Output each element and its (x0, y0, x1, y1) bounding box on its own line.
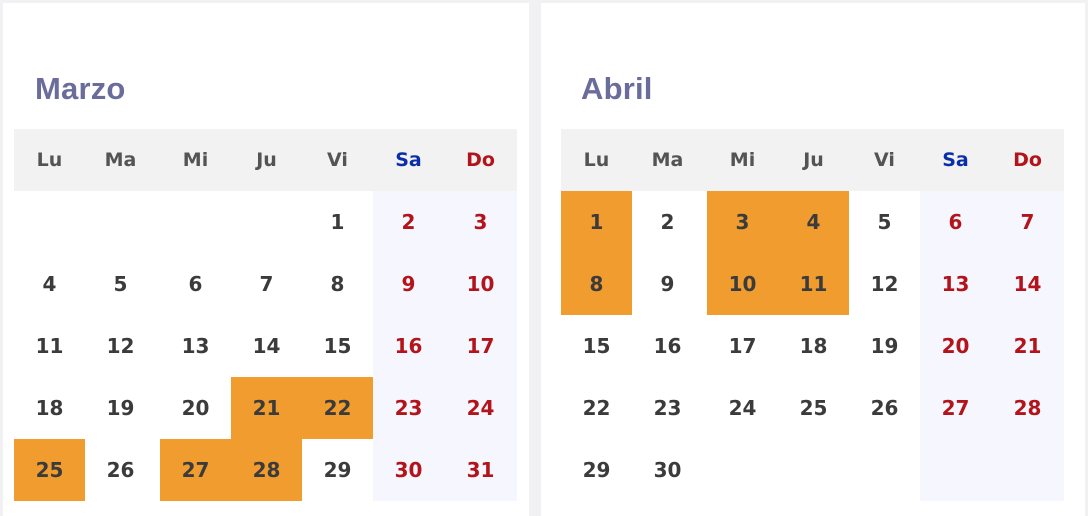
day-cell[interactable]: 9 (632, 253, 703, 315)
month-title: Marzo (35, 71, 126, 106)
day-cell[interactable]: 17 (707, 315, 778, 377)
day-cell[interactable]: 18 (778, 315, 849, 377)
day-cell[interactable]: 4 (778, 191, 849, 253)
day-cell[interactable]: 29 (302, 439, 373, 501)
weekday-label: Vi (327, 149, 348, 171)
day-cell[interactable]: 12 (85, 315, 156, 377)
day-cell[interactable]: 10 (445, 253, 516, 315)
day-cell[interactable]: 5 (849, 191, 920, 253)
calendar-view: Marzo Lu Ma Mi Ju Vi Sa Do 1 2 3 4 5 6 7 8 9 10 11 12 13 14 1… (0, 0, 1088, 516)
day-cell[interactable]: 25 (778, 377, 849, 439)
day-cell[interactable]: 9 (373, 253, 444, 315)
weekday-label: Lu (583, 149, 610, 171)
calendar-march: Marzo Lu Ma Mi Ju Vi Sa Do 1 2 3 4 5 6 7 8 9 10 11 12 13 14 1… (3, 3, 529, 516)
weekday-label: Vi (874, 149, 895, 171)
day-cell[interactable]: 11 (778, 253, 849, 315)
day-cell[interactable]: 2 (373, 191, 444, 253)
day-cell[interactable]: 18 (14, 377, 85, 439)
day-cell[interactable]: 28 (992, 377, 1063, 439)
day-cell[interactable]: 16 (373, 315, 444, 377)
month-title: Abril (581, 71, 653, 106)
day-cell[interactable]: 24 (445, 377, 516, 439)
day-cell[interactable]: 24 (707, 377, 778, 439)
day-cell[interactable]: 25 (14, 439, 85, 501)
day-cell[interactable]: 6 (160, 253, 231, 315)
day-cell[interactable]: 6 (920, 191, 991, 253)
day-cell[interactable]: 7 (231, 253, 302, 315)
day-cell[interactable]: 16 (632, 315, 703, 377)
day-cell[interactable]: 21 (992, 315, 1063, 377)
weekday-label: Ma (651, 149, 684, 171)
day-cell[interactable]: 20 (920, 315, 991, 377)
day-cell[interactable]: 20 (160, 377, 231, 439)
day-cell[interactable]: 21 (231, 377, 302, 439)
weekday-label: Sa (395, 149, 422, 171)
day-cell[interactable]: 10 (707, 253, 778, 315)
weekday-label: Sa (942, 149, 969, 171)
day-cell[interactable]: 26 (85, 439, 156, 501)
day-cell[interactable]: 19 (849, 315, 920, 377)
day-cell[interactable]: 7 (992, 191, 1063, 253)
day-cell[interactable]: 5 (85, 253, 156, 315)
day-cell[interactable]: 26 (849, 377, 920, 439)
day-cell[interactable]: 3 (707, 191, 778, 253)
day-cell[interactable]: 15 (302, 315, 373, 377)
day-cell[interactable]: 27 (920, 377, 991, 439)
day-cell[interactable]: 23 (632, 377, 703, 439)
day-cell[interactable]: 27 (160, 439, 231, 501)
day-cell[interactable]: 8 (302, 253, 373, 315)
day-cell[interactable]: 15 (561, 315, 632, 377)
day-cell[interactable]: 29 (561, 439, 632, 501)
day-cell[interactable]: 3 (445, 191, 516, 253)
weekday-label: Do (1013, 149, 1042, 171)
day-cell[interactable]: 28 (231, 439, 302, 501)
day-cell[interactable]: 22 (302, 377, 373, 439)
day-cell[interactable]: 17 (445, 315, 516, 377)
weekday-label: Ma (104, 149, 137, 171)
day-cell[interactable]: 13 (920, 253, 991, 315)
weekday-label: Mi (729, 149, 756, 171)
weekday-label: Ju (803, 149, 824, 171)
weekday-label: Mi (182, 149, 209, 171)
day-cell[interactable]: 8 (561, 253, 632, 315)
calendar-april: Abril Lu Ma Mi Ju Vi Sa Do 1 2 3 4 5 6 7 8 9 10 11 12 13 14 1… (541, 3, 1085, 516)
weekday-label: Ju (256, 149, 277, 171)
day-cell[interactable]: 12 (849, 253, 920, 315)
day-cell[interactable]: 19 (85, 377, 156, 439)
day-cell[interactable]: 22 (561, 377, 632, 439)
day-cell[interactable]: 1 (302, 191, 373, 253)
weekday-label: Do (466, 149, 495, 171)
day-cell[interactable]: 14 (231, 315, 302, 377)
day-cell[interactable]: 14 (992, 253, 1063, 315)
day-cell[interactable]: 30 (632, 439, 703, 501)
day-cell[interactable]: 1 (561, 191, 632, 253)
day-cell[interactable]: 23 (373, 377, 444, 439)
weekday-label: Lu (36, 149, 63, 171)
day-cell[interactable]: 30 (373, 439, 444, 501)
day-cell[interactable]: 4 (14, 253, 85, 315)
day-cell[interactable]: 13 (160, 315, 231, 377)
day-cell[interactable]: 2 (632, 191, 703, 253)
day-cell[interactable]: 31 (445, 439, 516, 501)
day-cell[interactable]: 11 (14, 315, 85, 377)
